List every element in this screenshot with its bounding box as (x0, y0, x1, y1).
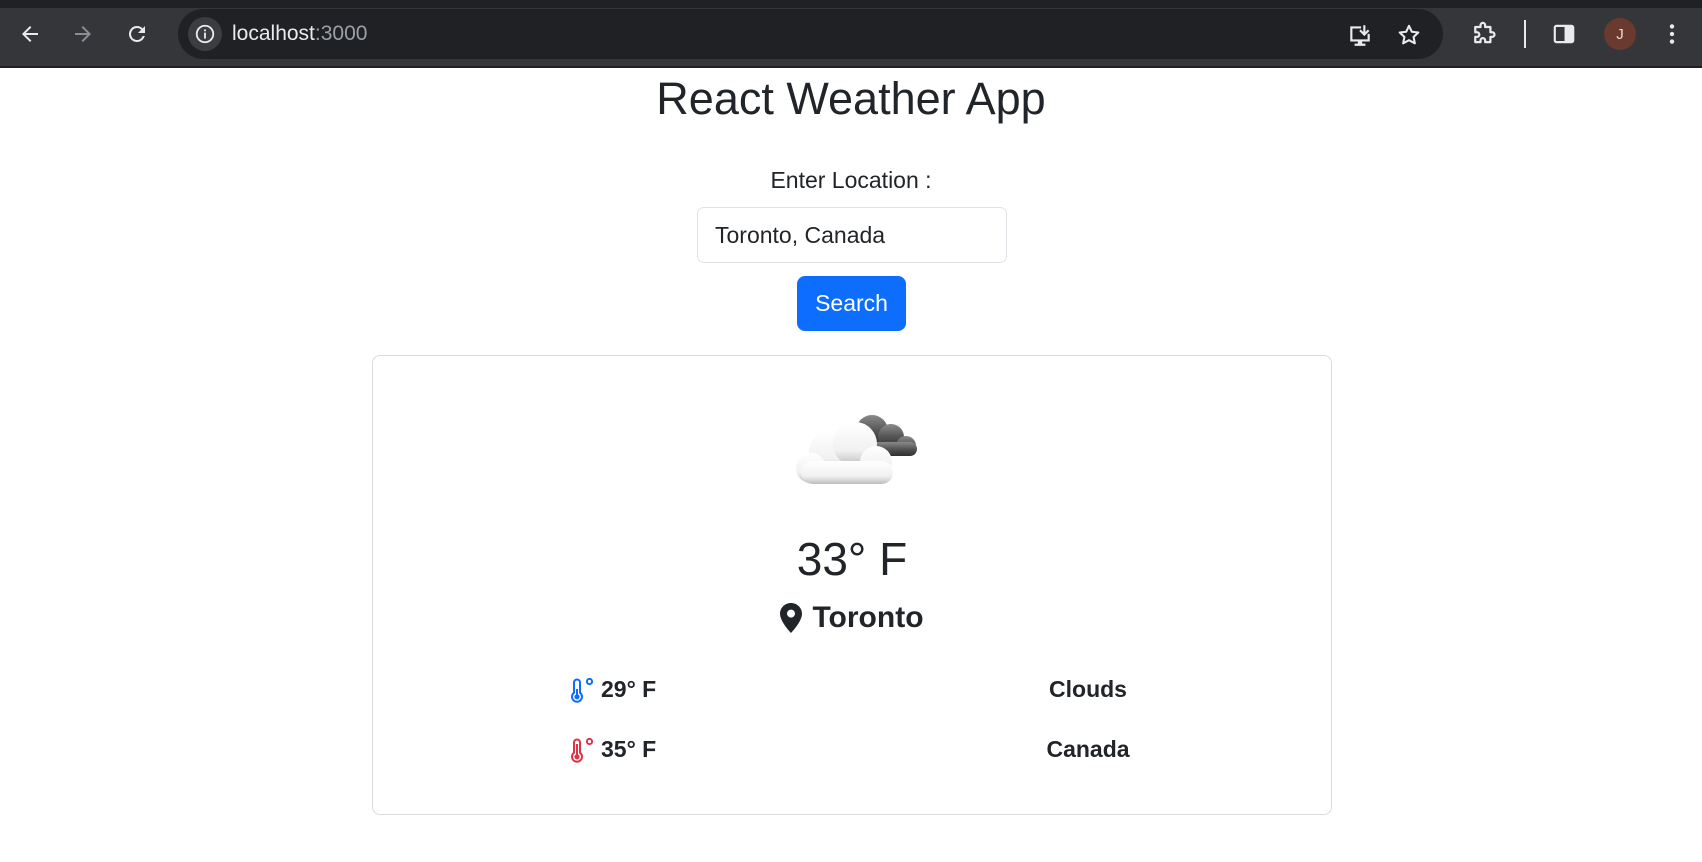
arrow-right-icon (75, 26, 91, 42)
reload-icon (128, 25, 145, 42)
info-icon (195, 24, 215, 44)
install-app-button[interactable] (1346, 21, 1374, 49)
max-temperature: 35° F (571, 736, 656, 763)
address-bar[interactable]: localhost:3000 (178, 9, 1443, 59)
thermometer-low-icon (571, 677, 594, 703)
star-icon (1398, 24, 1420, 45)
reload-button[interactable] (117, 14, 157, 54)
location-input[interactable] (697, 207, 1007, 263)
browser-toolbar: localhost:3000 J (0, 0, 1702, 68)
back-button[interactable] (10, 14, 50, 54)
site-info-button[interactable] (188, 17, 222, 51)
city-row: Toronto (373, 601, 1331, 635)
side-panel-icon (1553, 24, 1575, 44)
extensions-button[interactable] (1466, 16, 1502, 52)
tab-strip (0, 0, 1702, 8)
browser-menu-button[interactable] (1654, 16, 1690, 52)
profile-avatar[interactable]: J (1604, 18, 1636, 50)
side-panel-button[interactable] (1546, 16, 1582, 52)
bookmark-button[interactable] (1395, 21, 1423, 49)
weather-card: 33° F Toronto 29° F 35° F Clouds Canada (372, 355, 1332, 815)
current-temperature: 33° F (796, 533, 908, 585)
thermometer-high-icon (571, 737, 594, 763)
weather-condition: Clouds (1049, 676, 1127, 702)
country-name: Canada (1046, 736, 1130, 762)
min-temperature-value: 29° F (601, 676, 657, 702)
url-port: :3000 (314, 22, 368, 45)
url-text[interactable]: localhost:3000 (232, 22, 367, 46)
location-pin-icon (780, 603, 803, 633)
page-title: React Weather App (656, 73, 1046, 124)
url-host: localhost (232, 22, 315, 45)
more-vert-icon (1669, 24, 1675, 44)
toolbar-divider (1524, 20, 1526, 48)
search-button[interactable]: Search (797, 276, 906, 331)
partly-cloudy-icon (796, 415, 917, 484)
location-label: Enter Location : (770, 167, 932, 193)
forward-button[interactable] (63, 14, 103, 54)
max-temperature-value: 35° F (601, 736, 657, 762)
install-icon (1350, 25, 1370, 46)
toolbar-border (0, 66, 1702, 68)
puzzle-icon (1474, 21, 1496, 44)
city-name: Toronto (812, 601, 924, 634)
arrow-left-icon (22, 26, 38, 42)
min-temperature: 29° F (571, 676, 656, 703)
